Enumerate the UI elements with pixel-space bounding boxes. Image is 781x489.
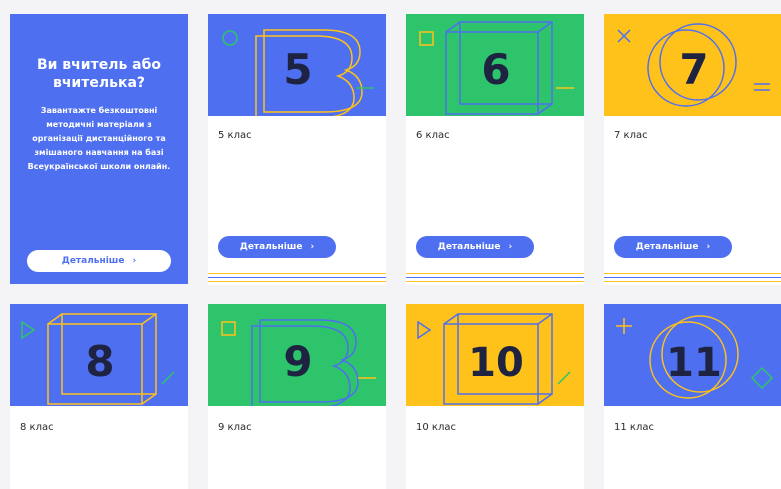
card-stripe [406, 277, 584, 278]
promo-more-button[interactable]: Детальніше › [27, 250, 171, 272]
grade-illustration-6: 6 [419, 21, 574, 115]
grade-card-11[interactable]: 11 11 клас [604, 304, 781, 489]
card-stripe [208, 281, 386, 282]
more-label-5: Детальніше [239, 242, 303, 252]
card-stripe [406, 273, 584, 274]
grade-number-8: 8 [85, 337, 114, 386]
card-stripe [208, 273, 386, 274]
grade-title-9: 9 клас [218, 422, 252, 433]
grade-illustration-8: 8 [21, 313, 175, 405]
promo-more-label: Детальніше [61, 256, 125, 266]
chevron-right-icon: › [310, 242, 315, 252]
more-label-6: Детальніше [437, 242, 501, 252]
card-stripe [406, 281, 584, 282]
card-stripe [208, 277, 386, 278]
grade-card-9[interactable]: 9 9 клас [208, 304, 386, 489]
promo-text: Завантажте безкоштовні методичні матеріа… [27, 106, 171, 171]
grade-illustration-10: 10 [417, 313, 571, 405]
grade-illustration-5: 5 [222, 29, 374, 116]
more-button-6[interactable]: Детальніше › [416, 236, 534, 258]
more-button-7[interactable]: Детальніше › [614, 236, 732, 258]
grade-number-7: 7 [679, 45, 708, 94]
grade-banner-11: 11 [604, 304, 781, 406]
grade-illustration-9: 9 [221, 319, 376, 406]
promo-title: Ви вчитель або вчителька? [36, 57, 162, 91]
grade-card-6[interactable]: 6 6 клас Детальніше › [406, 14, 584, 285]
grade-title-8: 8 клас [20, 422, 54, 433]
chevron-right-icon: › [508, 242, 513, 252]
card-stripe [604, 277, 781, 278]
grade-number-5: 5 [283, 45, 312, 94]
grade-card-7[interactable]: 7 7 клас Детальніше › [604, 14, 781, 285]
grade-banner-6: 6 [406, 14, 584, 116]
grade-card-5[interactable]: 5 5 клас Детальніше › [208, 14, 386, 285]
grade-title-10: 10 клас [416, 422, 456, 433]
grade-illustration-11: 11 [616, 315, 774, 399]
grade-number-10: 10 [468, 340, 524, 386]
grade-banner-7: 7 [604, 14, 781, 116]
grade-title-11: 11 клас [614, 422, 654, 433]
chevron-right-icon: › [706, 242, 711, 252]
card-stripe [604, 281, 781, 282]
grade-number-6: 6 [481, 45, 510, 94]
grade-title-7: 7 клас [614, 130, 648, 141]
grade-title-6: 6 клас [416, 130, 450, 141]
grade-banner-5: 5 [208, 14, 386, 116]
grade-number-11: 11 [666, 340, 722, 386]
more-button-5[interactable]: Детальніше › [218, 236, 336, 258]
grade-title-5: 5 клас [218, 130, 252, 141]
grade-banner-9: 9 [208, 304, 386, 406]
grade-number-9: 9 [283, 337, 312, 386]
grade-banner-10: 10 [406, 304, 584, 406]
teacher-promo: Ви вчитель або вчителька? Завантажте без… [10, 14, 188, 284]
chevron-right-icon: › [132, 256, 137, 266]
grade-card-10[interactable]: 10 10 клас [406, 304, 584, 489]
grade-card-8[interactable]: 8 8 клас [10, 304, 188, 489]
card-stripe [604, 273, 781, 274]
grade-illustration-7: 7 [617, 23, 770, 107]
more-label-7: Детальніше [635, 242, 699, 252]
grade-banner-8: 8 [10, 304, 188, 406]
